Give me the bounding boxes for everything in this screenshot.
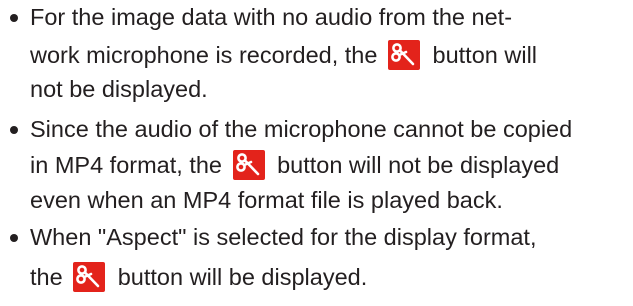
note-text: work microphone is recorded, the: [30, 42, 378, 68]
note-text-with-icon: work microphone is recorded, the button …: [30, 40, 537, 70]
note-text: For the image data with no audio from th…: [30, 4, 513, 30]
note-text: button will not be displayed: [277, 152, 560, 178]
scissors-button-icon: [387, 40, 420, 70]
note-text-with-icon: in MP4 format, the button will not be di…: [30, 150, 559, 180]
note-text: button will: [432, 42, 538, 68]
note-text: button will be displayed.: [117, 264, 368, 290]
note-text: even when an MP4 format file is played b…: [30, 187, 503, 213]
note-text: in MP4 format, the: [30, 152, 222, 178]
note-text: When "Aspect" is selected for the displa…: [30, 224, 537, 250]
note-text: not be displayed.: [30, 76, 208, 102]
note-text: the: [30, 264, 63, 290]
note-text: Since the audio of the microphone cannot…: [30, 116, 573, 142]
scissors-button-icon: [232, 150, 265, 180]
notes-list: For the image data with no audio from th…: [0, 0, 633, 306]
note-text-with-icon: the button will be displayed.: [30, 262, 367, 292]
scissors-button-icon: [73, 262, 106, 292]
